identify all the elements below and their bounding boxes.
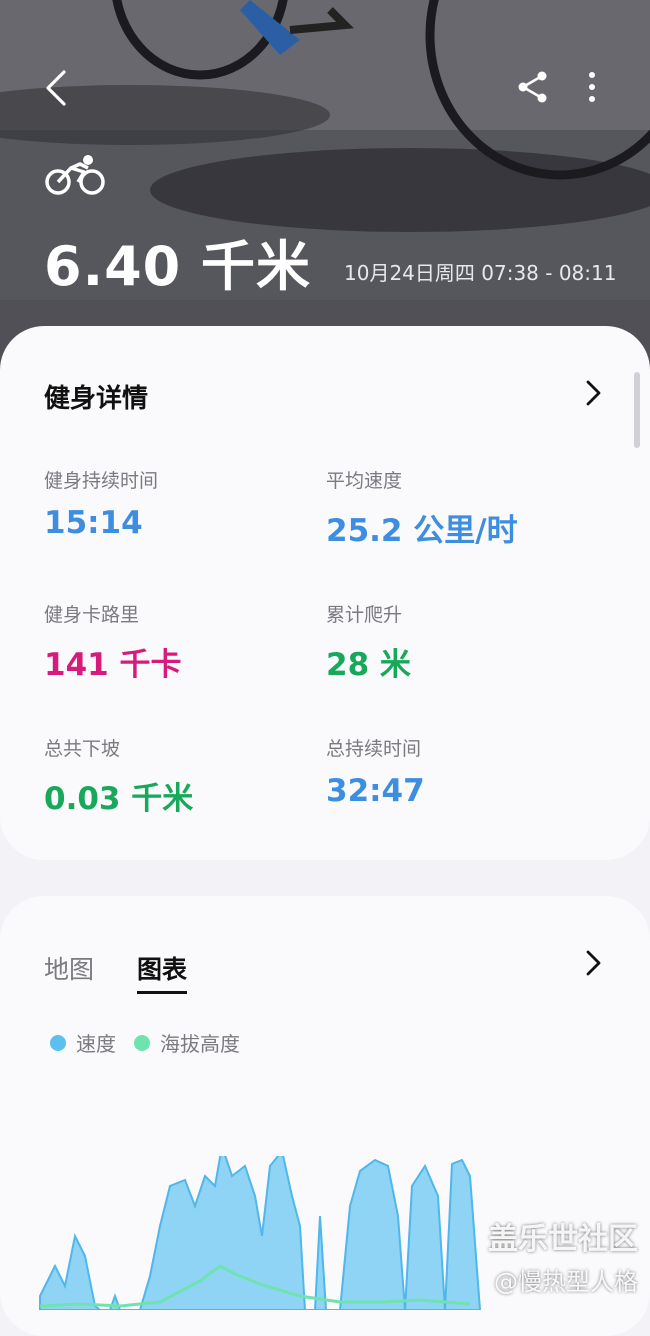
stat-total-duration: 总持续时间 32:47 [326, 734, 425, 809]
more-vertical-icon[interactable] [580, 70, 604, 104]
stat-label: 平均速度 [326, 470, 403, 492]
stat-avg-speed: 平均速度 25.2 公里/时 [326, 466, 518, 550]
stat-workout-duration: 健身持续时间 15:14 [44, 466, 158, 541]
stat-value: 25.2 公里/时 [326, 513, 518, 549]
scrollbar[interactable] [634, 372, 640, 448]
back-icon[interactable] [40, 68, 76, 108]
stat-label: 健身卡路里 [44, 604, 140, 626]
speed-area [39, 1156, 482, 1310]
legend-dot-speed [50, 1034, 66, 1051]
tab-chart[interactable]: 图表 [137, 950, 188, 994]
workout-distance: 6.40 千米 [44, 235, 312, 298]
chevron-right-icon[interactable] [582, 378, 604, 408]
stat-value: 28 米 [326, 647, 411, 683]
legend-label-speed: 速度 [76, 1032, 116, 1056]
watermark-author: @慢热型人格 [494, 1268, 638, 1296]
workout-header: 6.40 千米 10月24日周四 07:38 - 08:11 [0, 0, 650, 380]
stat-value: 15:14 [44, 505, 143, 541]
workout-datetime: 10月24日周四 07:38 - 08:11 [344, 261, 617, 285]
legend-label-altitude: 海拔高度 [160, 1032, 240, 1056]
stat-label: 累计爬升 [326, 604, 403, 626]
watermark-title: 盖乐世社区 [488, 1222, 638, 1257]
stat-value: 141 千卡 [44, 647, 182, 683]
stat-total-descent: 总共下坡 0.03 千米 [44, 734, 193, 818]
chart-legend: 速度 海拔高度 [50, 1028, 258, 1057]
bicycle-icon [45, 155, 105, 195]
share-icon[interactable] [516, 70, 550, 104]
stat-label: 总持续时间 [326, 738, 422, 760]
stat-value: 0.03 千米 [44, 781, 194, 817]
stat-label: 总共下坡 [44, 738, 121, 760]
stat-label: 健身持续时间 [44, 470, 159, 492]
details-title: 健身详情 [44, 384, 149, 414]
stat-elevation-gain: 累计爬升 28 米 [326, 600, 411, 684]
workout-details-card: 健身详情 健身持续时间 15:14 平均速度 25.2 公里/时 健身卡路里 1… [0, 326, 650, 860]
stat-value: 32:47 [326, 773, 425, 809]
legend-dot-altitude [134, 1034, 150, 1051]
tab-map[interactable]: 地图 [44, 950, 94, 986]
chevron-right-icon[interactable] [582, 948, 604, 978]
stat-calories: 健身卡路里 141 千卡 [44, 600, 182, 684]
